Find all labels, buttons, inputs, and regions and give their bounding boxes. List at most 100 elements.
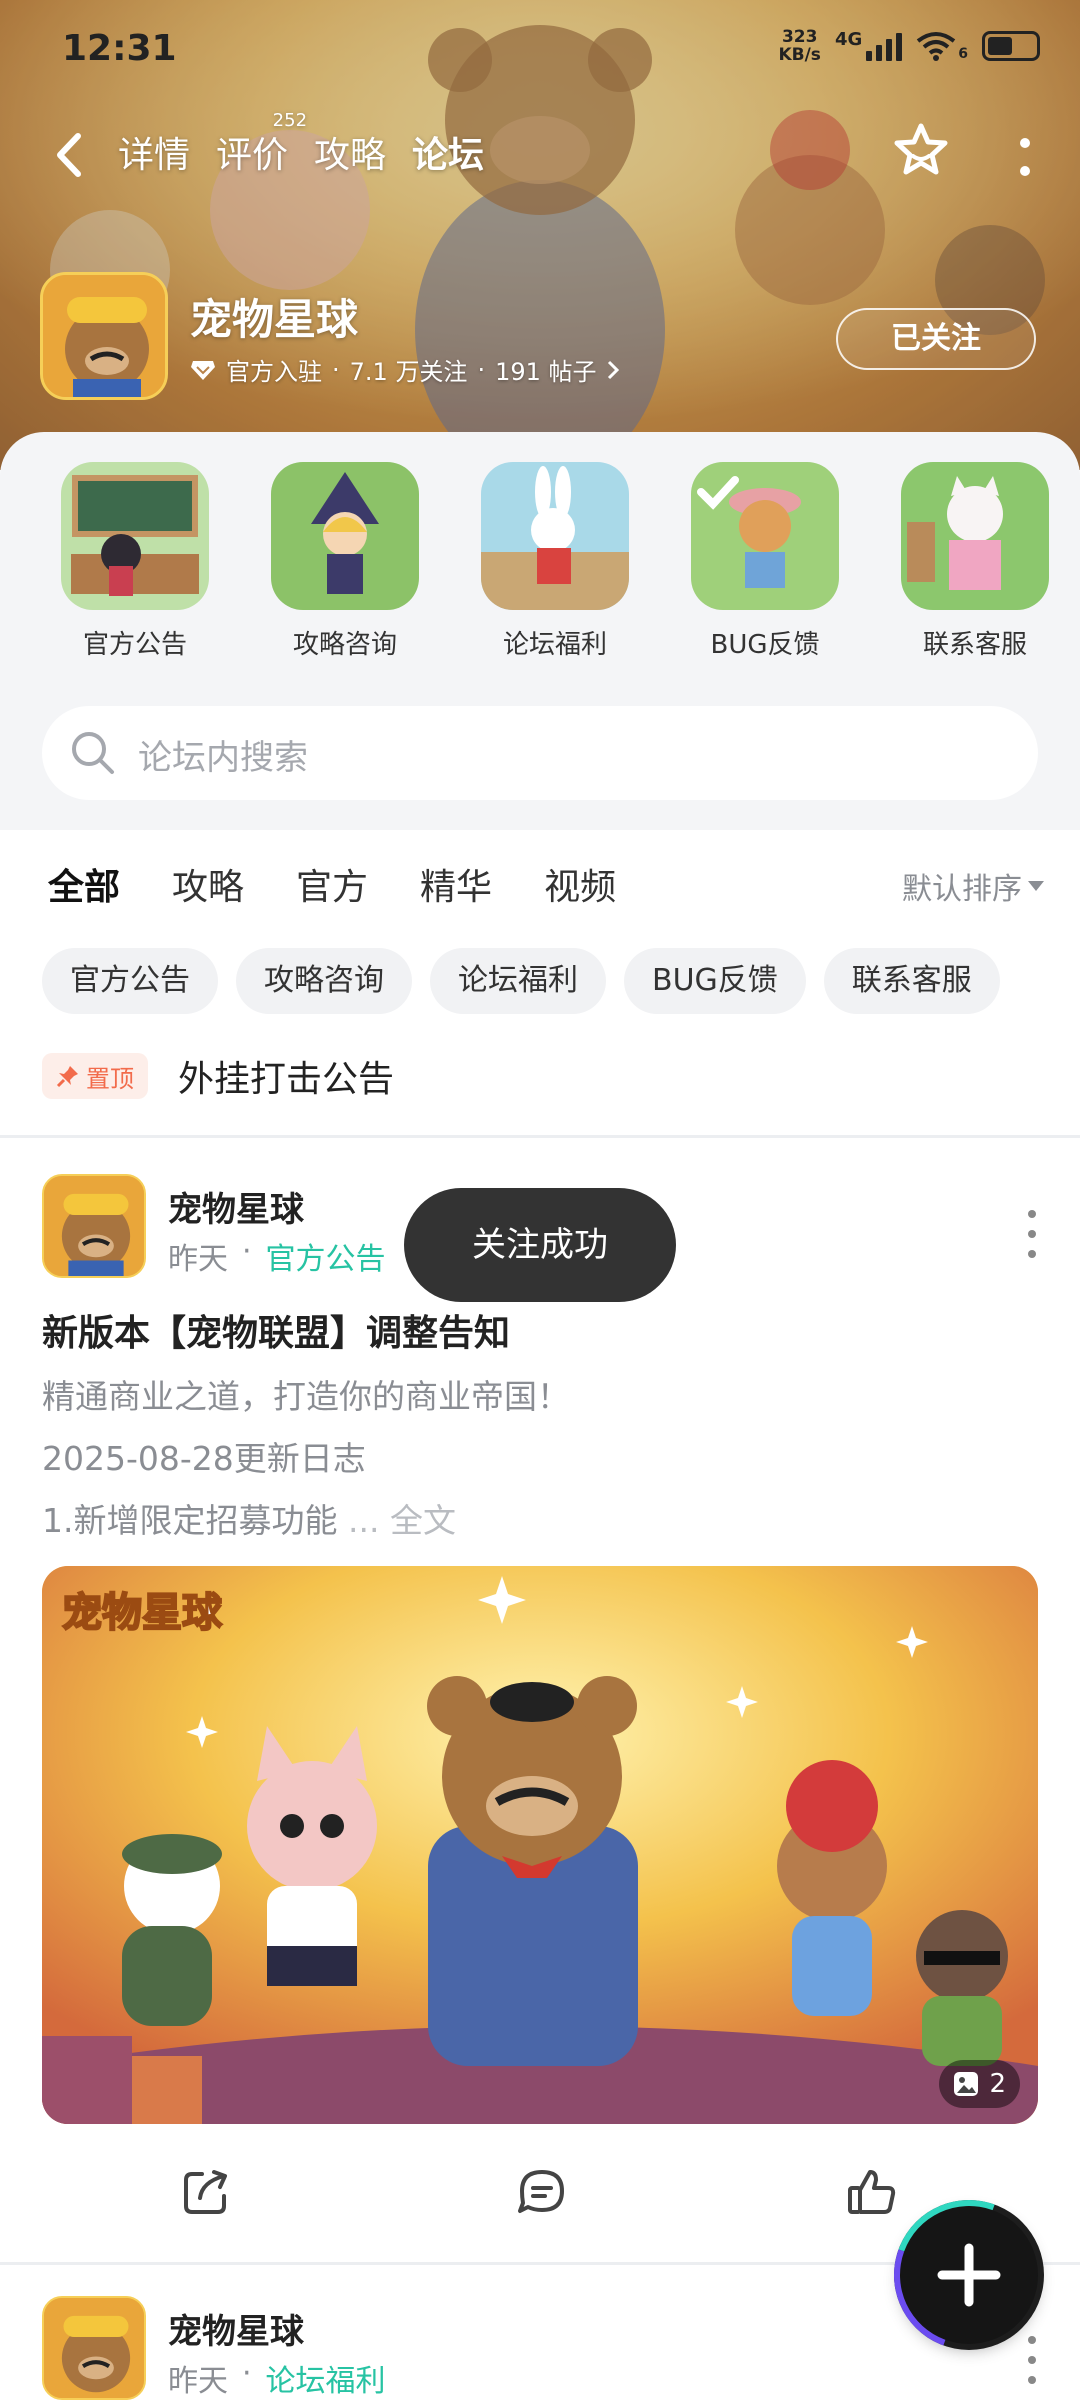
share-icon[interactable] (178, 2164, 234, 2220)
guide-help-thumbnail (271, 462, 419, 610)
create-post-button[interactable] (900, 2206, 1038, 2344)
sort-label: 默认排序 (902, 872, 1022, 907)
filter-tab-featured[interactable]: 精华 (420, 858, 492, 910)
author-avatar-art (44, 1176, 144, 1276)
caret-down-icon (1028, 881, 1044, 891)
chip-bug-report[interactable]: BUG反馈 (624, 948, 806, 1014)
pinned-badge: 置顶 (42, 1053, 148, 1099)
filter-tab-official[interactable]: 官方 (296, 858, 368, 910)
battery-icon (982, 31, 1040, 61)
post-meta: 昨天 · 论坛福利 (168, 2356, 386, 2400)
bug-report-thumbnail (691, 462, 839, 610)
filter-tab-video[interactable]: 视频 (544, 858, 616, 910)
post-count[interactable]: 191 帖子 (495, 352, 596, 387)
category-customer-service[interactable]: 联系客服 (870, 462, 1080, 661)
tab-guides[interactable]: 攻略 (301, 126, 399, 178)
chip-forum-welfare[interactable]: 论坛福利 (430, 948, 606, 1014)
tab-forum[interactable]: 论坛 (399, 126, 497, 180)
pinned-title: 外挂打击公告 (178, 1059, 395, 1100)
category-label: 联系客服 (922, 630, 1027, 660)
mascot-dog (916, 1910, 1008, 2066)
image-count: 2 (989, 2069, 1006, 2099)
search-icon (72, 732, 114, 774)
image-logo-text: 宠物星球 (62, 1591, 223, 1635)
post-more-options-icon[interactable] (1028, 1210, 1040, 1258)
post-time: 昨天 (168, 2364, 228, 2399)
read-full-link[interactable]: 全文 (390, 1501, 456, 1540)
pinned-label: 置顶 (86, 1064, 134, 1093)
post-category[interactable]: 官方公告 (266, 1234, 386, 1278)
category-chips: 官方公告 攻略咨询 论坛福利 BUG反馈 联系客服 (42, 948, 1000, 1014)
customer-service-thumbnail (901, 462, 1049, 610)
status-bar: 12:31 323 KB/s 4G 6 (0, 0, 1080, 96)
post-image[interactable]: 宠物星球 2 (42, 1566, 1038, 2124)
network-speed: 323 KB/s (778, 28, 820, 64)
author-name[interactable]: 宠物星球 (168, 2304, 304, 2353)
mascot-bear (427, 1676, 638, 2066)
post-time: 昨天 (168, 1242, 228, 1277)
announcements-thumbnail (61, 462, 209, 610)
status-time: 12:31 (62, 28, 177, 69)
back-arrow-icon[interactable] (48, 130, 94, 180)
more-options-icon[interactable] (1010, 132, 1040, 182)
wifi-icon (917, 32, 956, 61)
game-icon-art (43, 275, 165, 397)
favorite-star-icon[interactable] (890, 120, 952, 182)
pin-icon (56, 1066, 78, 1088)
network-type: 4G (834, 28, 863, 50)
comment-icon[interactable] (514, 2164, 570, 2220)
pinned-post[interactable]: 置顶 外挂打击公告 (42, 1050, 394, 1102)
category-label: 官方公告 (82, 630, 187, 660)
forum-search-bar[interactable]: 论坛内搜索 (42, 706, 1038, 800)
filter-tab-all[interactable]: 全部 (48, 858, 120, 916)
dot-separator: · (242, 1234, 252, 1269)
filter-tab-guides[interactable]: 攻略 (172, 858, 244, 910)
chip-guide-help[interactable]: 攻略咨询 (236, 948, 412, 1014)
plus-icon (937, 2243, 1001, 2307)
post-excerpt-text: 1.新增限定招募功能 (42, 1501, 338, 1540)
category-guide-help[interactable]: 攻略咨询 (240, 462, 450, 661)
game-icon[interactable] (40, 272, 168, 400)
post-title: 新版本【宠物联盟】调整告知 (42, 1313, 511, 1354)
category-announcements[interactable]: 官方公告 (30, 462, 240, 661)
category-forum-welfare[interactable]: 论坛福利 (450, 462, 660, 661)
detail-tabs: 详情 评价 252 攻略 论坛 (118, 110, 497, 180)
official-badge: 官方入驻 (226, 358, 322, 386)
author-name[interactable]: 宠物星球 (168, 1182, 304, 1231)
author-avatar[interactable] (42, 1174, 146, 1278)
chevron-right-icon (607, 360, 619, 379)
search-input[interactable]: 论坛内搜索 (138, 730, 308, 779)
post-image-art: 宠物星球 (42, 1566, 1038, 2124)
category-label: 论坛福利 (502, 630, 607, 660)
post-excerpt-line: 2025-08-28更新日志 (42, 1439, 366, 1478)
category-bug-report[interactable]: BUG反馈 (660, 462, 870, 661)
chip-announcements[interactable]: 官方公告 (42, 948, 218, 1014)
post-meta: 昨天 · 官方公告 (168, 1234, 386, 1278)
author-avatar-art (44, 2298, 144, 2398)
tab-reviews-label: 评价 (216, 135, 289, 176)
dot-separator: · (477, 355, 486, 384)
ellipsis: ... (337, 1501, 390, 1540)
author-avatar[interactable] (42, 2296, 146, 2400)
official-diamond-icon (191, 360, 215, 380)
tab-reviews[interactable]: 评价 252 (203, 110, 307, 178)
post-category[interactable]: 论坛福利 (266, 2356, 386, 2400)
tab-details[interactable]: 详情 (118, 126, 203, 178)
game-header: 宠物星球 官方入驻 · 7.1 万关注 · 191 帖子 已关注 (40, 272, 1040, 402)
feed-filter-tabs: 全部 攻略 官方 精华 视频 (48, 858, 616, 916)
chip-customer-service[interactable]: 联系客服 (823, 948, 1000, 1014)
image-icon (954, 2072, 979, 2096)
dot-separator: · (242, 2356, 252, 2391)
sort-dropdown[interactable]: 默认排序 (902, 864, 1044, 908)
divider (0, 1135, 1080, 1138)
dot-separator: · (332, 355, 340, 384)
game-stats: 官方入驻 · 7.1 万关注 · 191 帖子 (190, 352, 619, 387)
like-thumb-icon[interactable] (844, 2164, 900, 2220)
category-shortcuts: 官方公告 攻略咨询 论坛福利 BUG反馈 联系客服 (0, 462, 1080, 661)
game-name: 宠物星球 (190, 295, 359, 344)
forum-welfare-thumbnail (481, 462, 629, 610)
follow-button[interactable]: 已关注 (836, 308, 1036, 370)
post-excerpt-line: 精通商业之道，打造你的商业帝国！ (42, 1377, 570, 1416)
post-excerpt: 精通商业之道，打造你的商业帝国！ 2025-08-28更新日志 1.新增限定招募… (42, 1366, 570, 1552)
top-nav: 详情 评价 252 攻略 论坛 (0, 110, 1080, 198)
